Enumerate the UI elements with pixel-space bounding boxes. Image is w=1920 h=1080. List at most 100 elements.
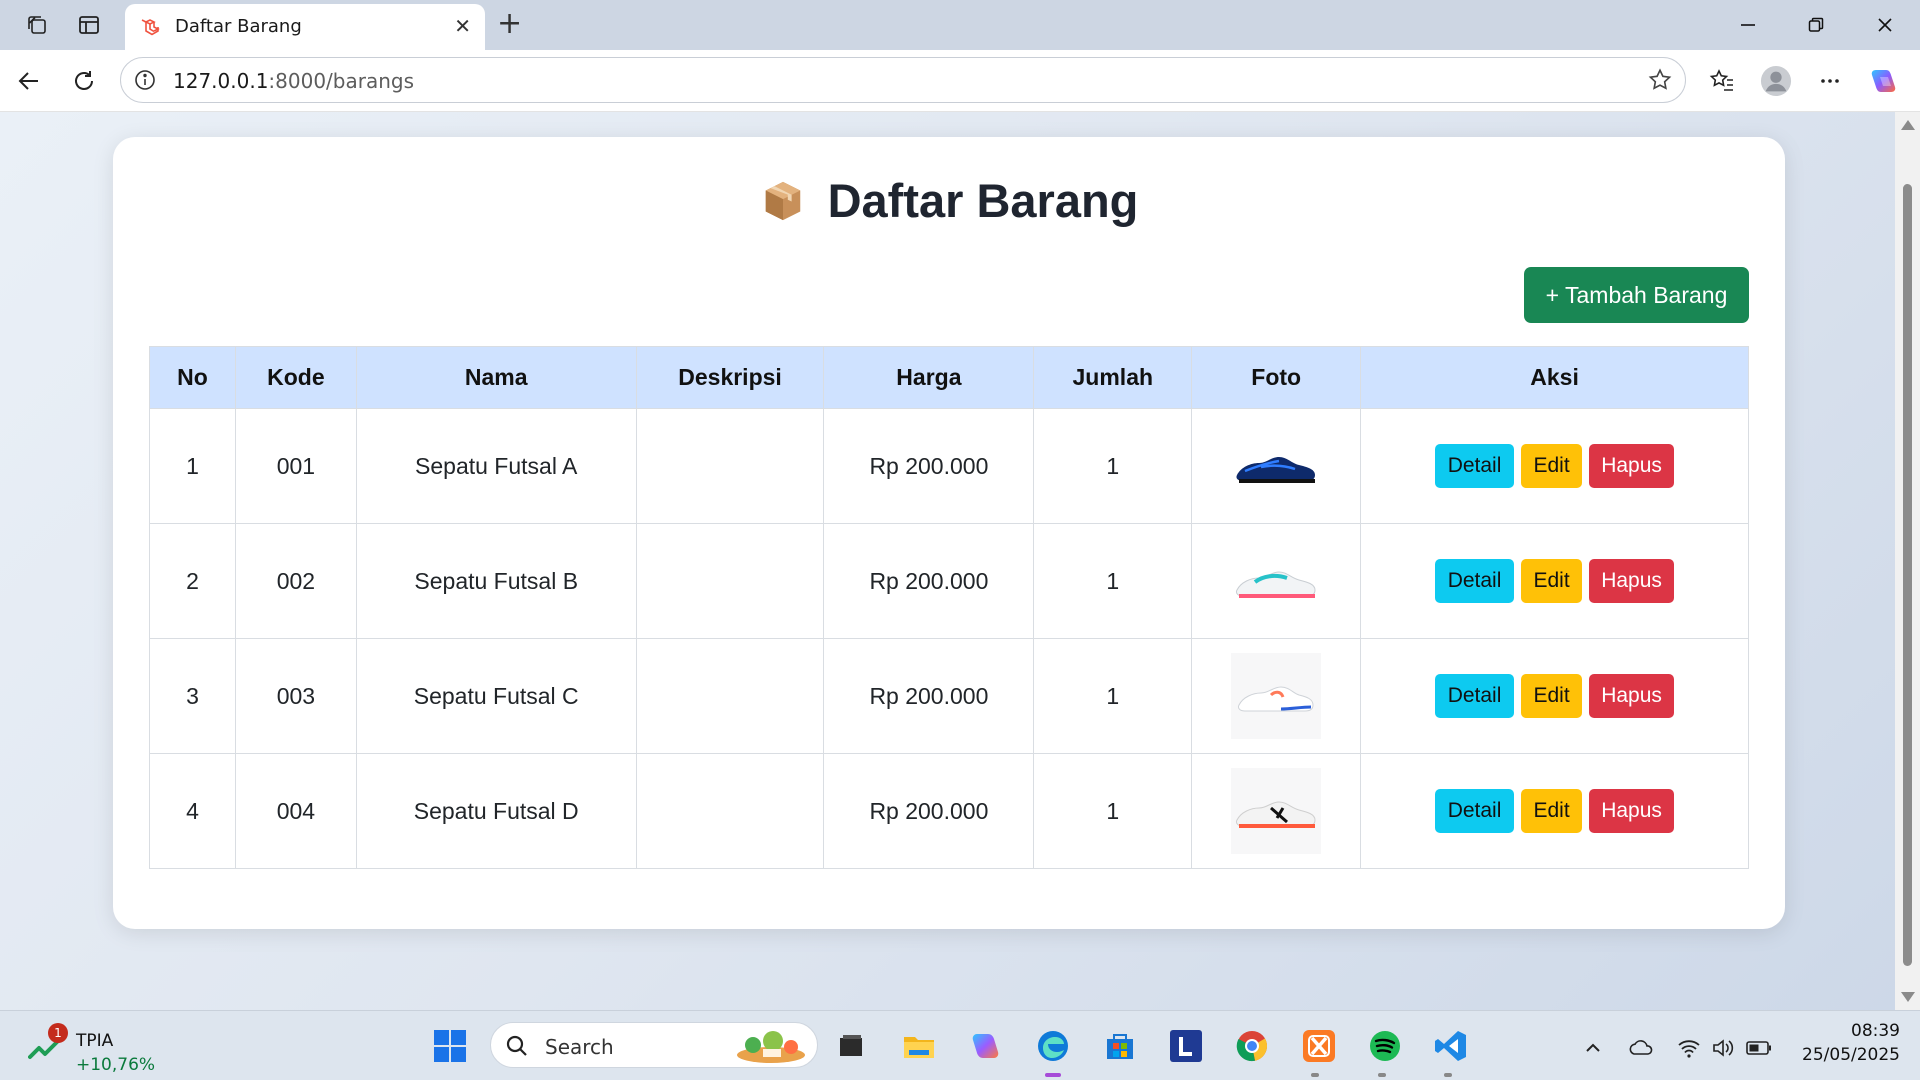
col-header-no: No [149,346,236,409]
col-header-foto: Foto [1191,346,1362,409]
search-highlight-illustration-icon [737,1031,805,1063]
more-options-icon[interactable] [1814,65,1846,97]
back-icon[interactable] [13,65,45,97]
cell-aksi: Detail Edit Hapus [1360,408,1749,524]
l-app-icon[interactable] [1165,1025,1207,1067]
detail-button[interactable]: Detail [1435,559,1515,603]
microsoft-store-icon[interactable] [1099,1025,1141,1067]
cell-kode: 003 [234,638,357,754]
cell-harga: Rp 200.000 [823,523,1035,639]
onedrive-cloud-icon[interactable] [1628,1035,1654,1061]
delete-button[interactable]: Hapus [1589,789,1675,833]
edge-icon[interactable] [1032,1025,1074,1067]
cell-nama: Sepatu Futsal B [355,523,637,639]
cell-no: 2 [149,523,236,639]
tab-actions-icon[interactable] [74,10,104,40]
vertical-scrollbar[interactable] [1895,112,1920,1010]
cell-kode: 002 [234,523,357,639]
add-item-button[interactable]: + Tambah Barang [1524,267,1749,323]
browser-tab-strip: Daftar Barang ✕ + [0,0,1920,50]
detail-button[interactable]: Detail [1435,674,1515,718]
chevron-up-icon[interactable] [1580,1035,1606,1061]
stock-widget[interactable]: 1 TPIA +10,76% [28,1021,188,1075]
refresh-icon[interactable] [68,65,100,97]
scroll-down-arrow-icon[interactable] [1901,992,1915,1002]
scroll-up-arrow-icon[interactable] [1901,120,1915,130]
edit-button[interactable]: Edit [1521,444,1583,488]
browser-toolbar: 127.0.0.1:8000/barangs [0,50,1920,112]
cell-harga: Rp 200.000 [823,408,1035,524]
url-path: :8000/barangs [268,69,415,93]
table-row: 3 003 Sepatu Futsal C Rp 200.000 1 Detai… [149,638,1749,754]
browser-tab-active[interactable]: Daftar Barang ✕ [125,4,485,50]
shoe-photo [1231,653,1322,739]
delete-button[interactable]: Hapus [1589,444,1675,488]
running-indicator [1378,1073,1386,1077]
table-row: 1 001 Sepatu Futsal A Rp 200.000 1 Detai… [149,408,1749,524]
file-explorer-icon[interactable] [830,1025,872,1067]
address-bar[interactable]: 127.0.0.1:8000/barangs [120,57,1686,103]
clock-date[interactable]: 25/05/2025 [1790,1045,1900,1065]
windows-taskbar: 1 TPIA +10,76% Search 08:39 25/05/2025 [0,1010,1920,1080]
cell-nama: Sepatu Futsal D [355,753,637,869]
windows-start-icon[interactable] [429,1025,471,1067]
edit-button[interactable]: Edit [1521,674,1583,718]
profile-avatar-icon[interactable] [1760,65,1792,97]
vscode-icon[interactable] [1430,1025,1472,1067]
search-icon [506,1035,527,1056]
shoe-photo [1236,457,1316,483]
url-text: 127.0.0.1:8000/barangs [173,69,414,93]
cell-no: 4 [149,753,236,869]
items-table: No Kode Nama Deskripsi Harga Jumlah Foto… [149,346,1749,869]
copilot-icon[interactable] [1868,65,1900,97]
action-buttons: Detail Edit Hapus [1361,559,1748,603]
running-indicator [1311,1073,1319,1077]
running-indicator [1045,1073,1061,1077]
minimize-icon[interactable] [1733,10,1763,40]
scrollbar-thumb[interactable] [1903,184,1912,966]
battery-icon[interactable] [1746,1035,1772,1061]
col-header-kode: Kode [234,346,357,409]
delete-button[interactable]: Hapus [1589,559,1675,603]
cell-deskripsi [635,408,825,524]
col-header-aksi: Aksi [1360,346,1749,409]
favorite-star-icon[interactable] [1647,67,1673,93]
cell-deskripsi [635,753,825,869]
cell-harga: Rp 200.000 [823,753,1035,869]
xampp-icon[interactable] [1298,1025,1340,1067]
workspaces-icon[interactable] [22,10,52,40]
edit-button[interactable]: Edit [1521,789,1583,833]
spotify-icon[interactable] [1364,1025,1406,1067]
volume-icon[interactable] [1710,1035,1736,1061]
shoe-photo [1231,768,1322,854]
delete-button[interactable]: Hapus [1589,674,1675,718]
cell-no: 1 [149,408,236,524]
copilot-app-icon[interactable] [965,1025,1007,1067]
site-info-icon[interactable] [133,68,157,92]
folder-icon[interactable] [898,1025,940,1067]
col-header-nama: Nama [355,346,637,409]
table-row: 2 002 Sepatu Futsal B Rp 200.000 1 Detai… [149,523,1749,639]
chrome-icon[interactable] [1231,1025,1273,1067]
cell-aksi: Detail Edit Hapus [1360,638,1749,754]
action-buttons: Detail Edit Hapus [1361,674,1748,718]
restore-icon[interactable] [1801,10,1831,40]
detail-button[interactable]: Detail [1435,789,1515,833]
close-window-icon[interactable] [1870,10,1900,40]
close-tab-icon[interactable]: ✕ [454,15,471,37]
cell-foto [1191,408,1362,524]
new-tab-button[interactable]: + [497,9,522,39]
cell-deskripsi [635,523,825,639]
stock-ticker: TPIA [76,1031,114,1051]
favorites-icon[interactable] [1706,65,1738,97]
clock-time[interactable]: 08:39 [1790,1021,1900,1041]
col-header-jumlah: Jumlah [1033,346,1193,409]
edit-button[interactable]: Edit [1521,559,1583,603]
search-placeholder: Search [545,1035,614,1059]
detail-button[interactable]: Detail [1435,444,1515,488]
table-header-row: No Kode Nama Deskripsi Harga Jumlah Foto… [149,346,1749,409]
url-host: 127.0.0.1 [173,69,269,93]
taskbar-search[interactable]: Search [490,1022,818,1068]
cell-no: 3 [149,638,236,754]
wifi-icon[interactable] [1676,1035,1702,1061]
